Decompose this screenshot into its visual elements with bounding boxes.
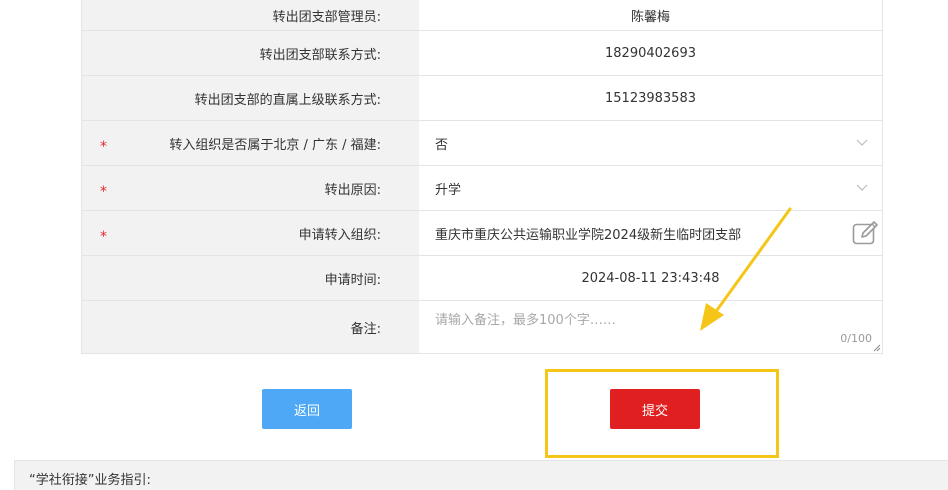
form-row-remarks: 备注: 0/100: [82, 300, 882, 353]
reason-select[interactable]: 升学: [419, 166, 882, 210]
value-text: 15123983583: [605, 90, 696, 106]
edit-icon[interactable]: [852, 220, 880, 246]
label-text: 转出团支部联系方式:: [259, 47, 381, 63]
transfer-form: 转出团支部管理员: 陈馨梅 转出团支部联系方式: 18290402693 转出团…: [81, 0, 883, 354]
label-text: 转出团支部的直属上级联系方式:: [194, 92, 381, 108]
guide-section: “学社衔接”业务指引:: [14, 460, 948, 490]
remarks-textarea[interactable]: [419, 301, 882, 353]
form-row-manager: 转出团支部管理员: 陈馨梅: [82, 0, 882, 30]
remarks-field: 0/100: [419, 301, 882, 353]
field-label: 转出团支部联系方式:: [82, 31, 419, 75]
superior-contact-value: 15123983583: [419, 76, 882, 120]
label-text: 转出原因:: [324, 182, 381, 198]
required-mark: *: [100, 229, 107, 245]
resize-grip-icon[interactable]: [873, 344, 881, 352]
region-select[interactable]: 否: [419, 121, 882, 165]
char-counter: 0/100: [840, 332, 872, 345]
field-label: 转出团支部的直属上级联系方式:: [82, 76, 419, 120]
contact-value: 18290402693: [419, 31, 882, 75]
label-text: 备注:: [350, 321, 381, 337]
value-text: 重庆市重庆公共运输职业学院2024级新生临时团支部: [435, 227, 742, 243]
label-text: 申请时间:: [324, 272, 381, 288]
label-text: 转入组织是否属于北京 / 广东 / 福建:: [169, 137, 381, 153]
apply-time-value: 2024-08-11 23:43:48: [419, 256, 882, 300]
select-value: 升学: [435, 182, 462, 198]
form-row-reason-select: * 转出原因: 升学: [82, 165, 882, 210]
highlight-box: [545, 369, 779, 458]
field-label: 转出团支部管理员:: [82, 0, 419, 30]
form-row-superior-contact: 转出团支部的直属上级联系方式: 15123983583: [82, 75, 882, 120]
value-text: 陈馨梅: [630, 9, 670, 25]
form-row-region-select: * 转入组织是否属于北京 / 广东 / 福建: 否: [82, 120, 882, 165]
field-label: * 申请转入组织:: [82, 211, 419, 255]
label-text: 申请转入组织:: [298, 227, 381, 243]
required-mark: *: [100, 184, 107, 200]
value-text: 18290402693: [605, 45, 696, 61]
form-row-apply-time: 申请时间: 2024-08-11 23:43:48: [82, 255, 882, 300]
target-org-value: 重庆市重庆公共运输职业学院2024级新生临时团支部: [419, 211, 882, 255]
field-label: * 转入组织是否属于北京 / 广东 / 福建:: [82, 121, 419, 165]
field-label: 备注:: [82, 301, 419, 353]
field-label: * 转出原因:: [82, 166, 419, 210]
required-mark: *: [100, 139, 107, 155]
chevron-down-icon: [856, 139, 868, 146]
select-value: 否: [435, 137, 449, 153]
label-text: 转出团支部管理员:: [272, 9, 381, 25]
manager-value: 陈馨梅: [419, 0, 882, 30]
form-row-contact: 转出团支部联系方式: 18290402693: [82, 30, 882, 75]
chevron-down-icon: [856, 184, 868, 191]
back-button[interactable]: 返回: [262, 389, 352, 429]
guide-title: “学社衔接”业务指引:: [29, 473, 151, 488]
form-row-target-org: * 申请转入组织: 重庆市重庆公共运输职业学院2024级新生临时团支部: [82, 210, 882, 255]
field-label: 申请时间:: [82, 256, 419, 300]
value-text: 2024-08-11 23:43:48: [581, 270, 720, 286]
